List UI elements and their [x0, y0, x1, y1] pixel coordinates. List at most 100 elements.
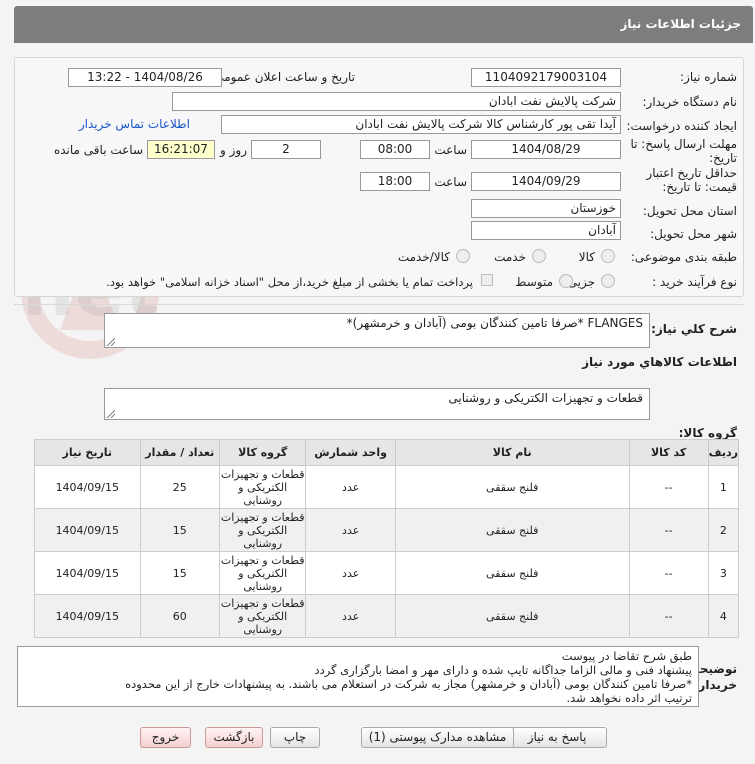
cell-quantity: 25 [139, 465, 220, 509]
city-field: آبادان [471, 221, 621, 240]
deadline-time-field: 08:00 [360, 140, 430, 159]
cell-unit: عدد [305, 508, 396, 552]
goods-group-label: گروه کالا: [678, 426, 737, 440]
province-field: خوزستان [471, 199, 621, 218]
days-remaining-field: 2 [251, 140, 321, 159]
creator-label: ایجاد کننده درخواست: [626, 119, 737, 133]
validity-label-2: قیمت: تا تاریخ: [662, 180, 737, 194]
cell-row-number: 3 [707, 551, 740, 595]
cell-group: قطعات و تجهیزات الکتریکی و روشنایی [218, 508, 307, 552]
col-header-unit: واحد شمارش [305, 439, 396, 466]
category-option-goods: کالا [578, 250, 595, 264]
days-label: روز و [220, 143, 247, 157]
buyer-notes-line: *صرفا تامین کنندگان بومی (آبادان و خرمشه… [125, 677, 692, 691]
table-row: 1 -- فلنج سققی عدد قطعات و تجهیزات الکتر… [34, 465, 740, 509]
cell-quantity: 60 [139, 594, 220, 638]
remaining-time-label: ساعت باقی مانده [53, 143, 143, 157]
cell-date: 1404/09/15 [34, 594, 141, 638]
summary-text: FLANGES *صرفا تامین کنندگان بومی (آبادان… [346, 316, 643, 330]
cell-code: -- [628, 465, 709, 509]
treasury-payment-note: پرداخت تمام یا بخشی از مبلغ خرید،از محل … [106, 275, 473, 289]
cell-group: قطعات و تجهیزات الکتریکی و روشنایی [218, 551, 307, 595]
goods-info-title: اطلاعات کالاهاي مورد نياز [582, 355, 737, 369]
deadline-time-label: ساعت [434, 143, 467, 157]
process-label: نوع فرآیند خرید : [652, 275, 737, 289]
deadline-date-field: 1404/08/29 [471, 140, 621, 159]
cell-row-number: 2 [707, 508, 740, 552]
cell-code: -- [628, 551, 709, 595]
need-number-label: شماره نیاز: [680, 70, 737, 84]
page-title: جزئیات اطلاعات نیاز [620, 17, 741, 31]
summary-label: شرح کلي نياز: [651, 322, 737, 336]
cell-quantity: 15 [139, 508, 220, 552]
category-radio-service[interactable] [532, 249, 546, 263]
resize-grip-icon[interactable] [107, 410, 115, 418]
table-row: 2 -- فلنج سققی عدد قطعات و تجهیزات الکتر… [34, 508, 740, 552]
buyer-notes-field: طبق شرح تقاضا در پیوست پیشنهاد فنی و مال… [17, 646, 699, 707]
buyer-org-field: شرکت پالایش نفت ابادان [172, 92, 621, 111]
cell-date: 1404/09/15 [34, 508, 141, 552]
divider [14, 304, 744, 305]
cell-date: 1404/09/15 [34, 465, 141, 509]
category-option-goods-service: کالا/خدمت [397, 250, 450, 264]
process-option-medium: متوسط [515, 275, 553, 289]
col-header-row-number: ردیف [707, 439, 740, 466]
buyer-notes-line: پیشنهاد فنی و مالی الزاما جداگانه تایپ ش… [314, 663, 692, 677]
creator-field: آیدا تقی پور کارشناس کالا شرکت پالایش نف… [221, 115, 621, 134]
table-row: 3 -- فلنج سققی عدد قطعات و تجهیزات الکتر… [34, 551, 740, 595]
cell-name: فلنج سققی [394, 465, 630, 509]
cell-quantity: 15 [139, 551, 220, 595]
cell-code: -- [628, 508, 709, 552]
cell-row-number: 1 [707, 465, 740, 509]
validity-date-field: 1404/09/29 [471, 172, 621, 191]
validity-time-field: 18:00 [360, 172, 430, 191]
validity-time-label: ساعت [434, 175, 467, 189]
resize-grip-icon[interactable] [107, 338, 115, 346]
buyer-contact-link[interactable]: اطلاعات تماس خریدار [79, 117, 190, 131]
cell-unit: عدد [305, 465, 396, 509]
items-table: ردیف کد کالا نام کالا واحد شمارش گروه کا… [34, 439, 740, 638]
category-option-service: خدمت [494, 250, 526, 264]
process-radio-minor[interactable] [601, 274, 615, 288]
exit-button[interactable]: خروج [140, 727, 191, 748]
table-header-row: ردیف کد کالا نام کالا واحد شمارش گروه کا… [34, 439, 740, 466]
buyer-notes-label-2: خریدار: [693, 678, 737, 692]
cell-row-number: 4 [707, 594, 740, 638]
print-button[interactable]: چاپ [270, 727, 320, 748]
city-label: شهر محل تحویل: [650, 227, 737, 241]
col-header-date: تاریخ نیاز [34, 439, 141, 466]
col-header-code: کد کالا [628, 439, 709, 466]
cell-name: فلنج سققی [394, 594, 630, 638]
view-attachments-button[interactable]: مشاهده مدارک پیوستی (1) [361, 727, 514, 748]
cell-name: فلنج سققی [394, 508, 630, 552]
validity-label-1: حداقل تاریخ اعتبار [646, 166, 737, 180]
deadline-label-2: تاریخ: [709, 151, 737, 165]
back-button[interactable]: بازگشت [205, 727, 263, 748]
category-radio-goods-service[interactable] [456, 249, 470, 263]
category-label: طبقه بندی موضوعی: [630, 250, 737, 264]
province-label: استان محل تحویل: [642, 204, 737, 218]
col-header-name: نام کالا [394, 439, 630, 466]
buyer-notes-line: طبق شرح تقاضا در پیوست [561, 649, 692, 663]
cell-date: 1404/09/15 [34, 551, 141, 595]
announce-date-label: تاریخ و ساعت اعلان عمومی: [210, 70, 355, 84]
need-number-field: 1104092179003104 [471, 68, 621, 87]
cell-unit: عدد [305, 551, 396, 595]
cell-group: قطعات و تجهیزات الکتریکی و روشنایی [218, 465, 307, 509]
cell-unit: عدد [305, 594, 396, 638]
page-title-bar: جزئیات اطلاعات نیاز [14, 6, 753, 43]
announce-date-field: 1404/08/26 - 13:22 [68, 68, 222, 87]
reply-button[interactable]: پاسخ به نیاز [507, 727, 607, 748]
goods-group-field: قطعات و تجهیزات الکتریکی و روشنایی [104, 388, 650, 420]
cell-group: قطعات و تجهیزات الکتریکی و روشنایی [218, 594, 307, 638]
remaining-time-field: 16:21:07 [147, 140, 215, 159]
cell-name: فلنج سققی [394, 551, 630, 595]
col-header-quantity: تعداد / مقدار [139, 439, 220, 466]
treasury-payment-checkbox[interactable] [481, 274, 493, 286]
buyer-notes-line: ترتیب اثر داده نخواهد شد. [566, 691, 692, 705]
col-header-group: گروه کالا [218, 439, 307, 466]
category-radio-goods[interactable] [601, 249, 615, 263]
cell-code: -- [628, 594, 709, 638]
process-radio-medium[interactable] [559, 274, 573, 288]
goods-group-text: قطعات و تجهیزات الکتریکی و روشنایی [448, 391, 643, 405]
